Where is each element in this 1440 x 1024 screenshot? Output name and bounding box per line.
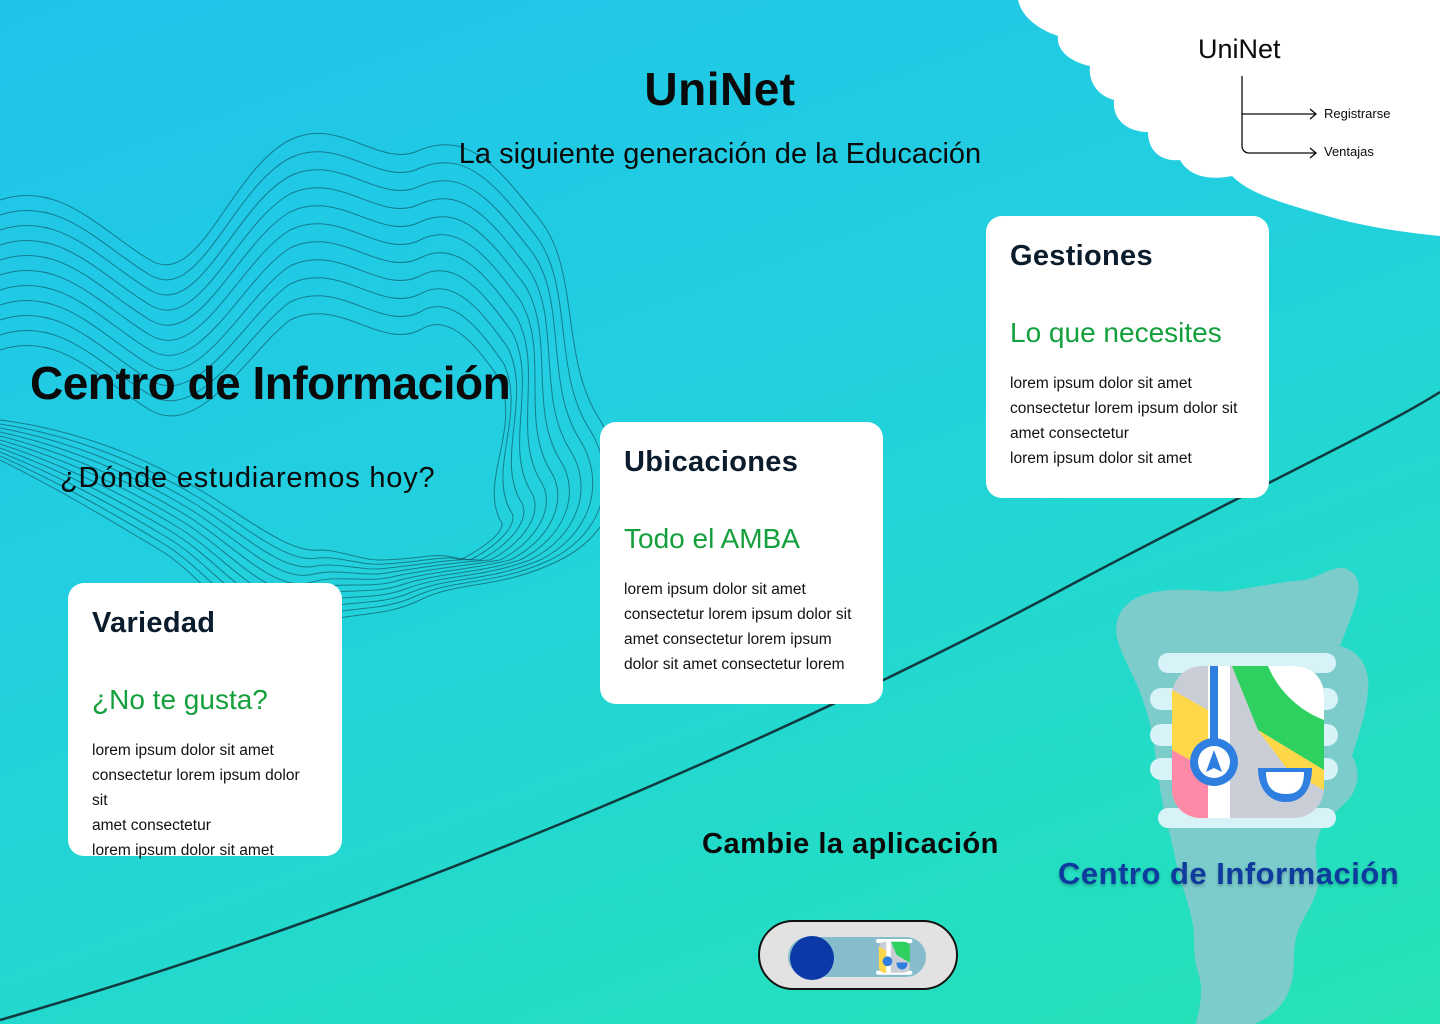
card-ubicaciones: Ubicaciones Todo el AMBA lorem ipsum dol…: [600, 422, 883, 704]
card-body: lorem ipsum dolor sit amet consectetur l…: [92, 742, 300, 859]
card-subtitle: ¿No te gusta?: [92, 684, 268, 715]
app-switch-toggle[interactable]: [758, 920, 958, 990]
toggle-app-icon: [876, 939, 913, 975]
card-title: Ubicaciones: [624, 446, 799, 478]
maps-app-icon: [1150, 653, 1338, 828]
card-subtitle: Lo que necesites: [1010, 317, 1222, 348]
card-body: lorem ipsum dolor sit amet consectetur l…: [624, 581, 852, 673]
change-app-label: Cambie la aplicación: [702, 828, 999, 860]
card-title: Variedad: [92, 607, 216, 639]
card-subtitle: Todo el AMBA: [624, 523, 800, 554]
card-variedad: Variedad ¿No te gusta? lorem ipsum dolor…: [68, 583, 342, 859]
card-body: lorem ipsum dolor sit amet consectetur l…: [1010, 375, 1238, 467]
app-label: Centro de Información: [1058, 856, 1400, 891]
card-gestiones: Gestiones Lo que necesites lorem ipsum d…: [986, 216, 1269, 498]
toggle-knob[interactable]: [790, 936, 834, 980]
card-title: Gestiones: [1010, 240, 1153, 272]
